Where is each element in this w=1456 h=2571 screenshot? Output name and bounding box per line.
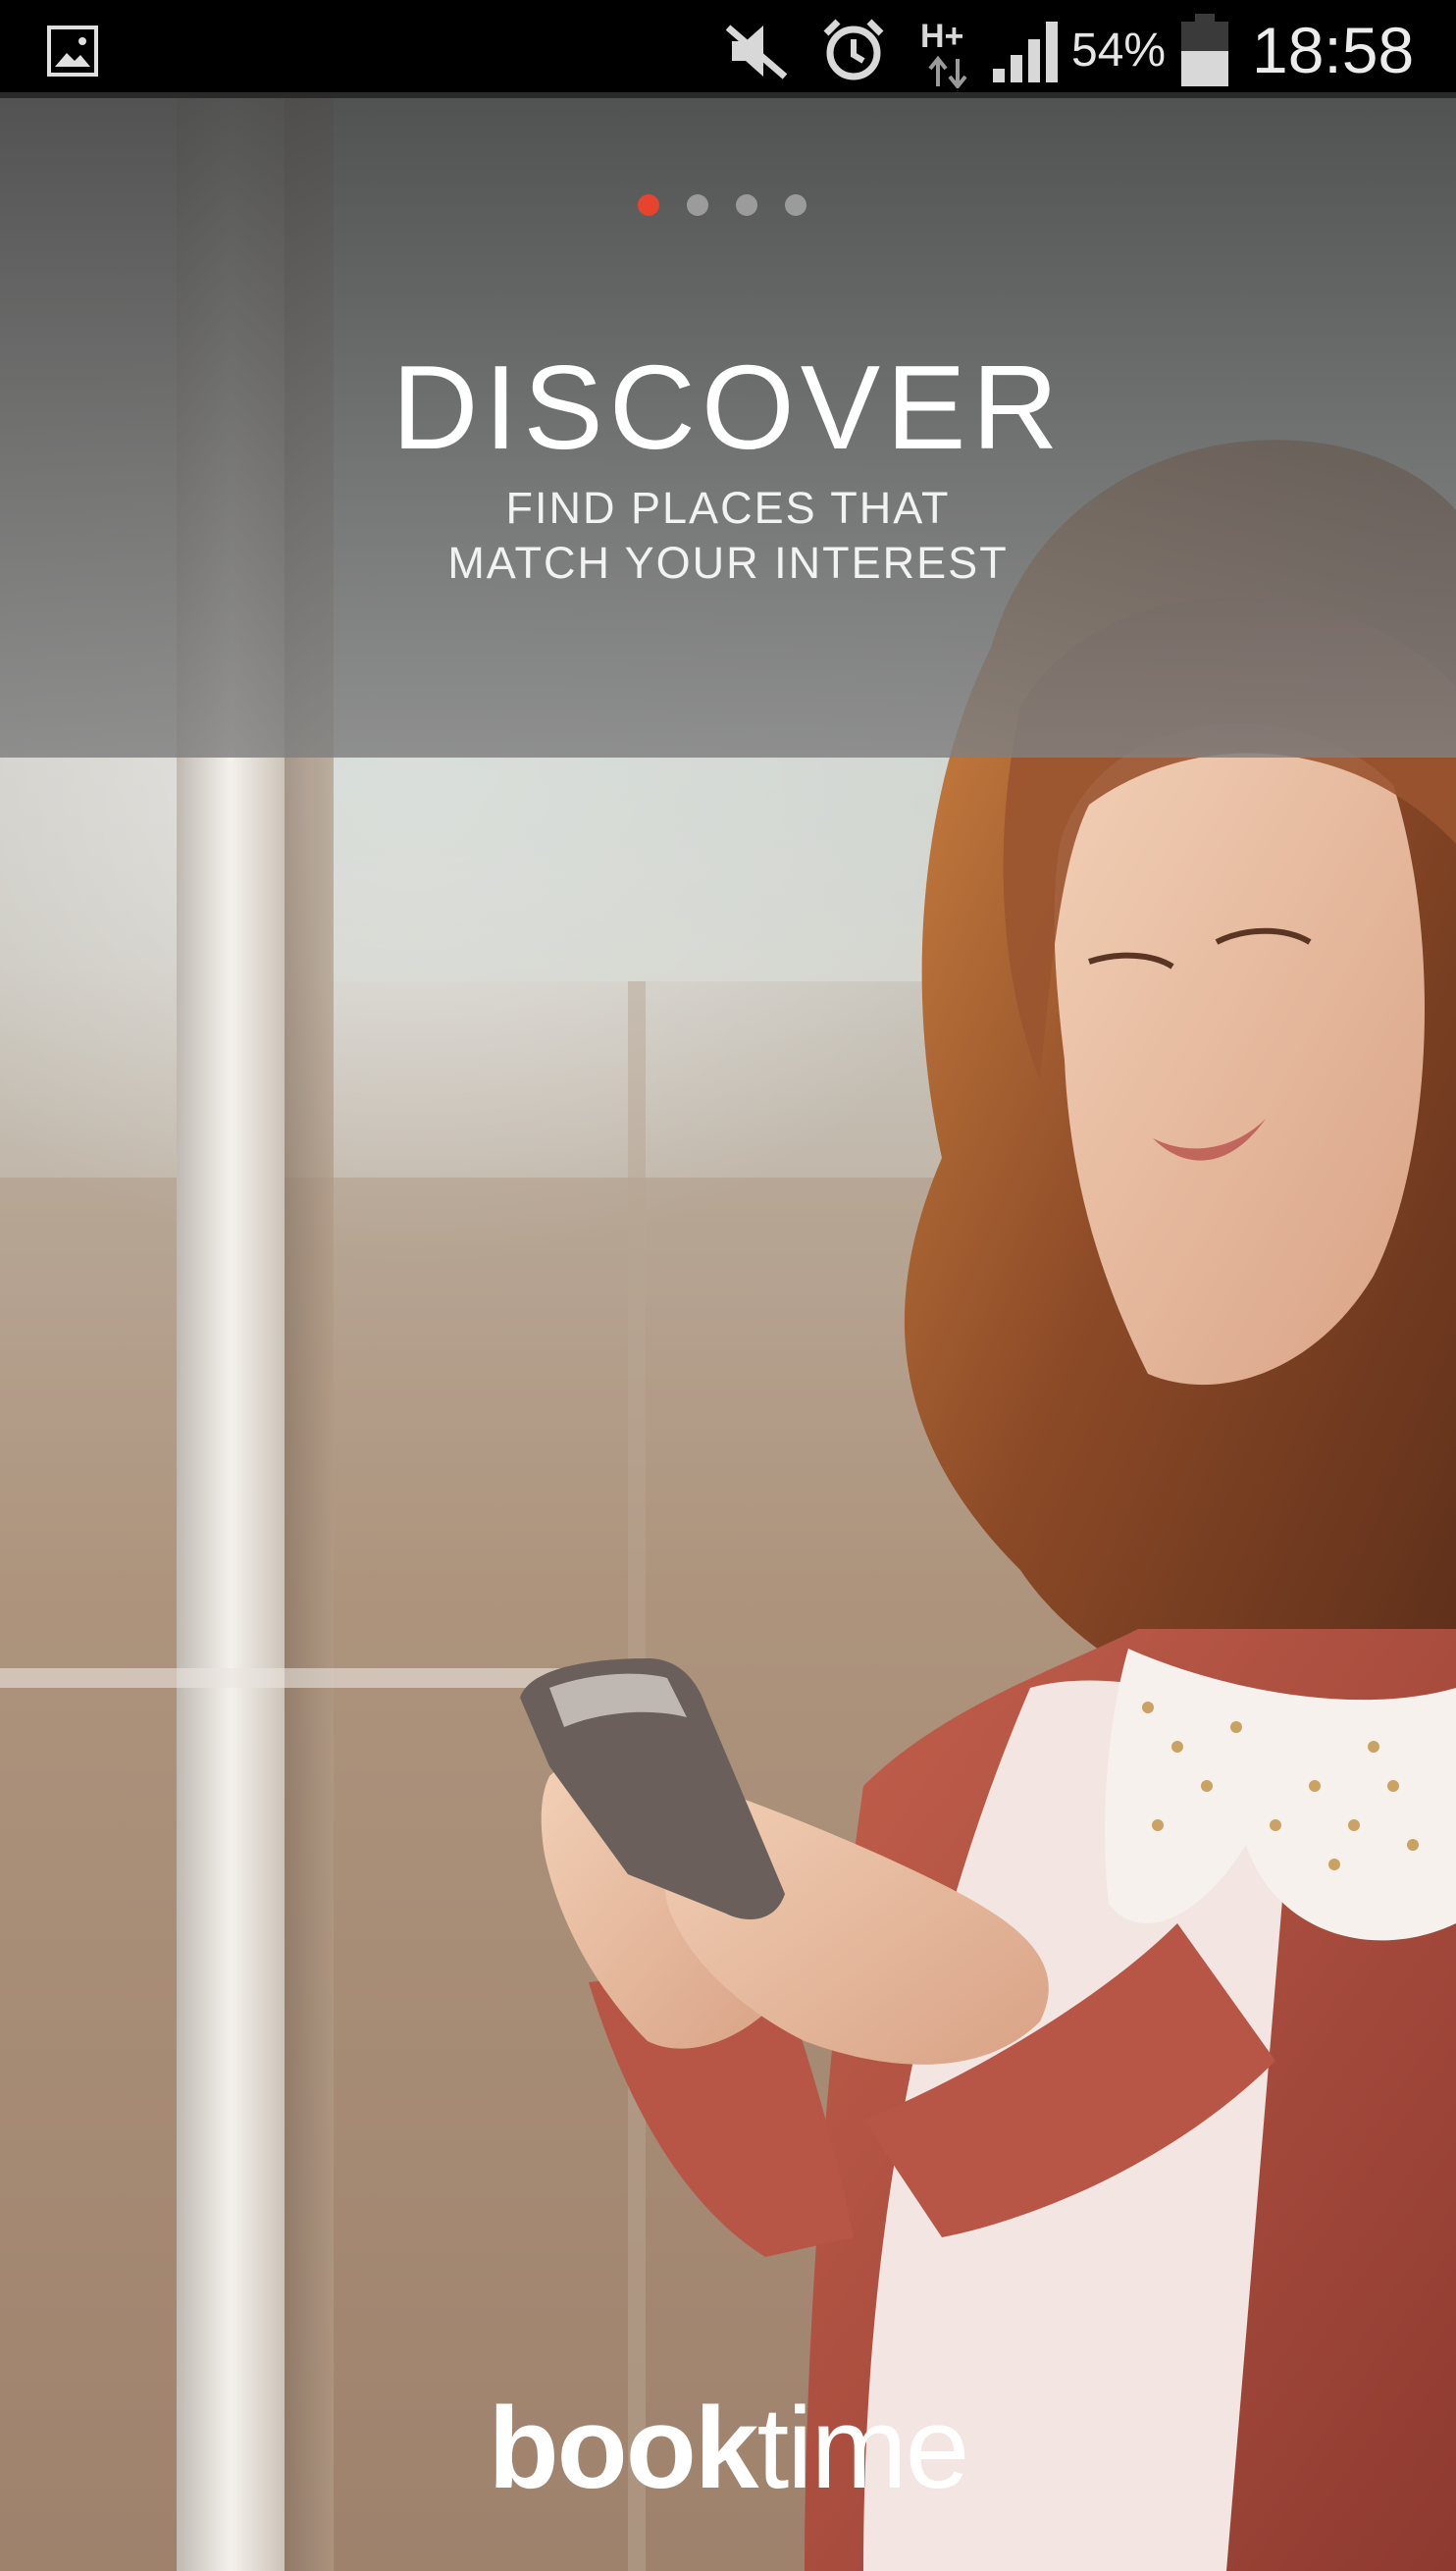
alarm-icon xyxy=(823,19,884,80)
subtitle-line-1: FIND PLACES THAT xyxy=(505,483,951,533)
status-bar: H+ 54% 18:58 xyxy=(0,0,1456,98)
h-plus-icon: H+ xyxy=(920,18,967,88)
page-dot-1[interactable] xyxy=(638,194,659,216)
page-dot-4[interactable] xyxy=(785,194,806,216)
onboarding-screen: DISCOVER FIND PLACES THAT MATCH YOUR INT… xyxy=(0,0,1456,2571)
page-title: DISCOVER xyxy=(391,341,1065,474)
logo-time: time xyxy=(756,2384,969,2513)
battery-percent: 54% xyxy=(1071,25,1167,77)
subtitle-line-2: MATCH YOUR INTEREST xyxy=(447,538,1009,588)
page-indicator[interactable] xyxy=(638,194,814,218)
page-dot-3[interactable] xyxy=(736,194,757,216)
mute-icon xyxy=(725,25,788,79)
clock: 18:58 xyxy=(1252,14,1415,86)
brand-logo: booktime xyxy=(0,2385,1456,2512)
network-type: H+ xyxy=(920,18,963,55)
signal-icon xyxy=(993,22,1058,82)
logo-book: book xyxy=(488,2384,759,2513)
page-subtitle: FIND PLACES THAT MATCH YOUR INTEREST xyxy=(0,481,1456,591)
page-dot-2[interactable] xyxy=(687,194,708,216)
battery-icon xyxy=(1181,14,1228,86)
gallery-icon[interactable] xyxy=(47,26,98,77)
